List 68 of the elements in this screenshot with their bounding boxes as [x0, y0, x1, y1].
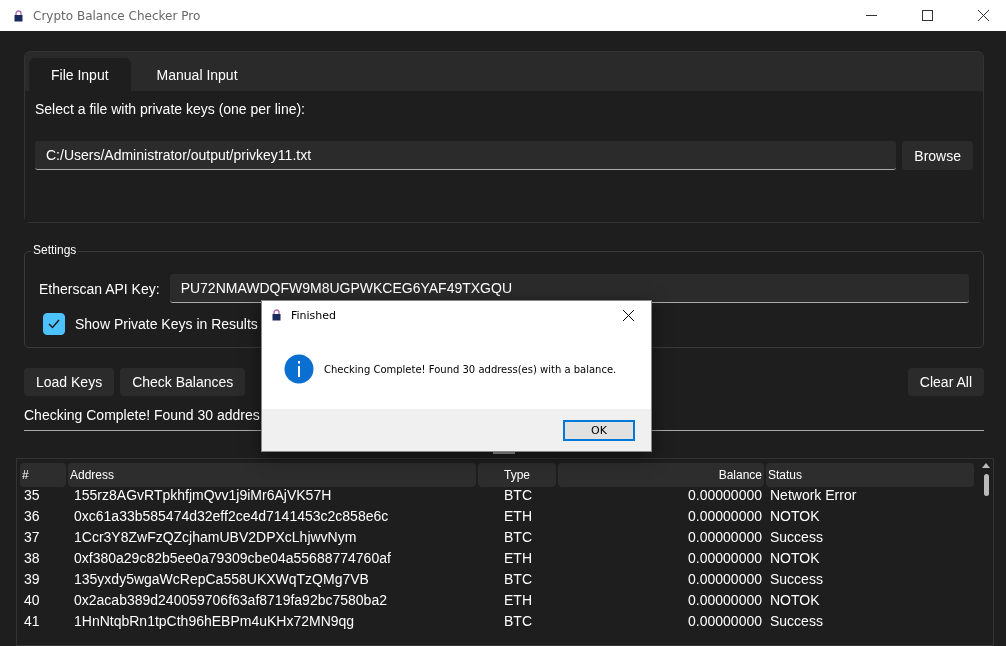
clear-all-button[interactable]: Clear All	[907, 368, 984, 396]
table-cell-text: 40	[23, 590, 41, 610]
info-icon	[284, 354, 314, 384]
table-cell-text: 37	[23, 527, 41, 547]
table-cell-text: BTC	[503, 485, 533, 505]
column-header[interactable]: Address	[68, 463, 476, 487]
scroll-up-icon[interactable]	[982, 463, 990, 468]
column-header[interactable]: Status	[766, 463, 974, 487]
table-cell-text: 0.00000000	[687, 527, 763, 547]
table-cell-text: 1Ccr3Y8ZwFzQZcjhamUBV2DPXcLhjwvNym	[73, 527, 358, 547]
table-cell-text: 36	[23, 506, 41, 526]
api-key-field[interactable]: PU72NMAWDQFW9M8UGPWKCEG6YAF49TXGQU	[169, 274, 969, 303]
column-header[interactable]: #	[20, 463, 66, 487]
table-cell-text: 1HnNtqbRn1tpCth96hEBPm4uKHx72MN9qg	[73, 611, 356, 631]
table-cell-text: BTC	[503, 569, 533, 589]
browse-button[interactable]: Browse	[902, 141, 973, 170]
ok-button[interactable]: OK	[563, 419, 635, 441]
checkmark-icon	[48, 319, 60, 329]
table-cell-text: 0.00000000	[687, 611, 763, 631]
scrollbar-thumb[interactable]	[983, 474, 989, 496]
table-cell-text: Success	[769, 527, 824, 547]
table-cell-text: Success	[769, 611, 824, 631]
table-cell-text: BTC	[503, 611, 533, 631]
table-cell-text: 39	[23, 569, 41, 589]
table-cell-text: 0.00000000	[687, 548, 763, 568]
column-header[interactable]: Balance	[558, 463, 764, 487]
table-cell-text: NOTOK	[769, 548, 821, 568]
lock-icon	[272, 309, 281, 321]
table-cell-text: 38	[23, 548, 41, 568]
window-title: Crypto Balance Checker Pro	[33, 8, 202, 23]
table-cell-text: Success	[769, 569, 824, 589]
table-cell-text: 155rz8AGvRTpkhfjmQvv1j9iMr6AjVK57H	[73, 485, 333, 505]
table-cell-text: 41	[23, 611, 41, 631]
table-cell-text: 0xc61a33b585474d32eff2ce4d7141453c2c858e6c	[73, 506, 390, 526]
table-cell-text: 35	[23, 485, 41, 505]
lock-icon	[14, 9, 23, 22]
tab[interactable]: File Input	[29, 58, 131, 91]
tab[interactable]: Manual Input	[134, 58, 260, 91]
action-button[interactable]: Load Keys	[24, 368, 115, 396]
checkbox-label: Show Private Keys in Results	[75, 316, 258, 332]
api-key-label: Etherscan API Key:	[39, 280, 160, 297]
table-cell-text: 135yxdy5wgaWcRepCa558UKXWqTzQMg7VB	[73, 569, 370, 589]
table-cell-text: 0.00000000	[687, 569, 763, 589]
checkbox[interactable]	[43, 313, 65, 335]
table-cell-text: 0x2acab389d240059706f63af8719fa92bc7580ba2	[73, 590, 388, 610]
table-cell-text: ETH	[503, 548, 533, 568]
table-cell-text: NOTOK	[769, 590, 821, 610]
table-cell-text: ETH	[503, 590, 533, 610]
minimize-icon	[865, 15, 877, 16]
dialog-title: Finished	[291, 308, 338, 322]
table-cell-text: 0xf380a29c82b5ee0a79309cbe04a55688774760af	[73, 548, 392, 568]
table-cell-text: 0.00000000	[687, 506, 763, 526]
table-cell-text: 0.00000000	[687, 590, 763, 610]
maximize-icon	[921, 10, 933, 21]
table-cell-text: BTC	[503, 527, 533, 547]
file-path-field[interactable]: C:/Users/Administrator/output/privkey11.txt	[35, 141, 897, 170]
column-header[interactable]: Type	[478, 463, 556, 487]
table-cell-text: NOTOK	[769, 506, 821, 526]
table-cell-text: 0.00000000	[687, 485, 763, 505]
table-cell-text: ETH	[503, 506, 533, 526]
dialog-message: Checking Complete! Found 30 address(es) with a balance.	[324, 363, 617, 375]
close-icon	[977, 10, 989, 21]
action-button[interactable]: Check Balances	[120, 368, 246, 396]
file-prompt: Select a file with private keys (one per line):	[35, 101, 306, 117]
close-icon	[622, 309, 634, 321]
status-text: Checking Complete! Found 30 addres	[24, 407, 261, 423]
group-title: Settings	[31, 243, 79, 257]
table-cell-text: Network Error	[769, 485, 858, 505]
